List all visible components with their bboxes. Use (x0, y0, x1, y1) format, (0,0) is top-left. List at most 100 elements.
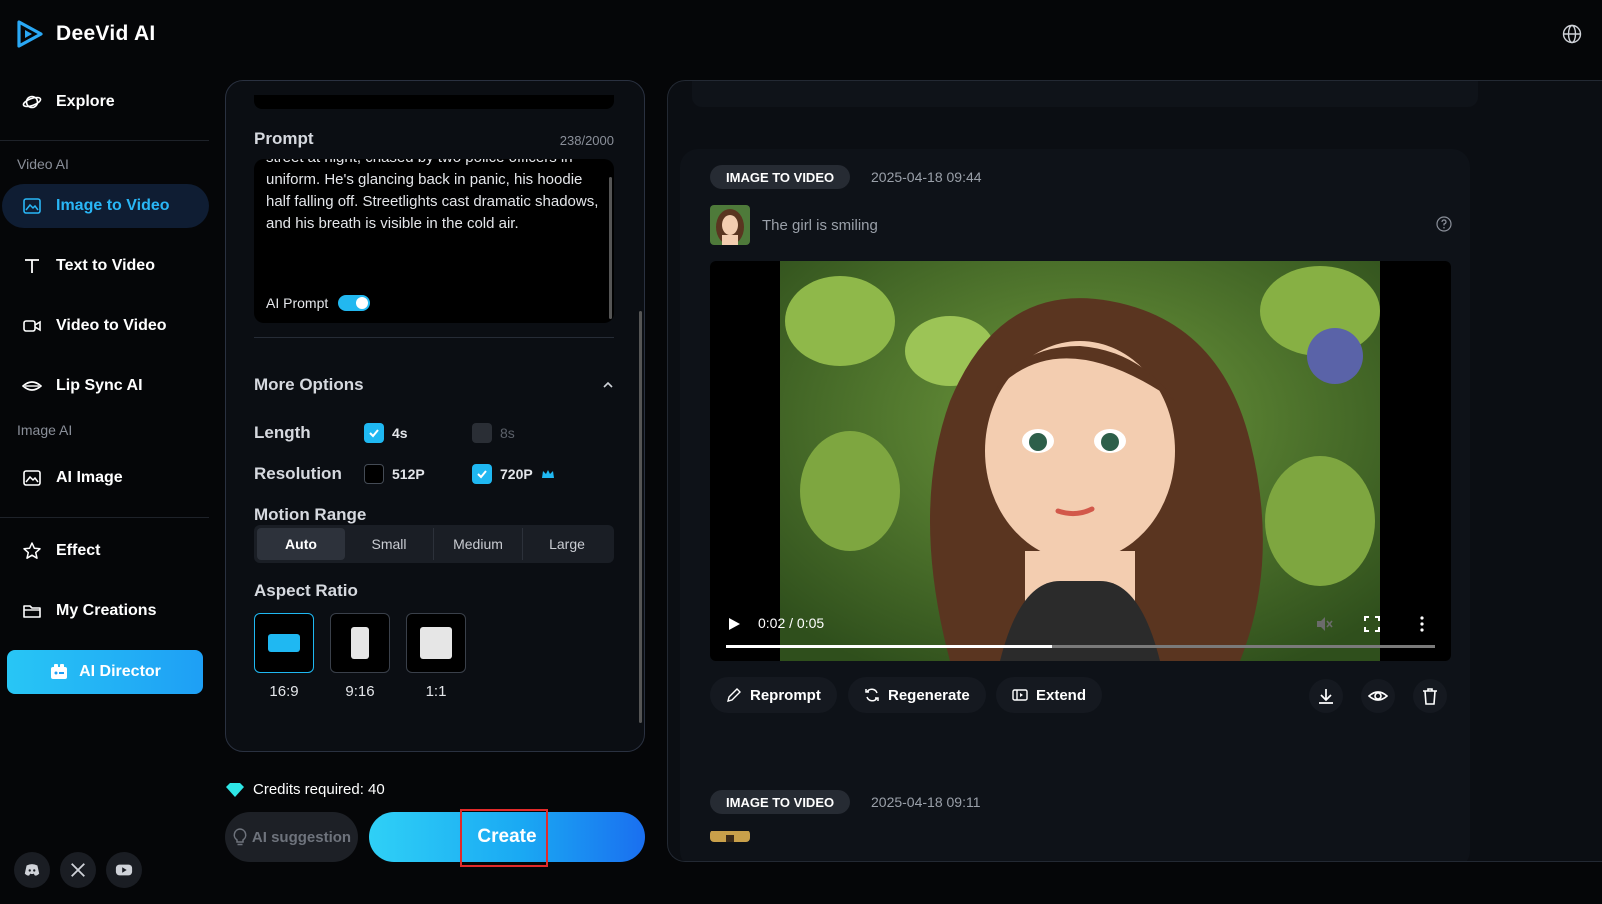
panel-scrollbar[interactable] (639, 311, 642, 723)
regenerate-label: Regenerate (888, 686, 970, 704)
motion-option-auto[interactable]: Auto (257, 528, 345, 560)
sidebar-item-video-to-video[interactable]: Video to Video (2, 304, 209, 348)
ai-suggestion-label: AI suggestion (251, 828, 352, 846)
checkbox-checked[interactable] (364, 423, 384, 443)
source-thumbnail-2[interactable] (710, 830, 750, 842)
aspect-option-16-9[interactable] (254, 613, 314, 673)
aspect-label-9-16: 9:16 (345, 683, 375, 700)
checkbox-checked[interactable] (472, 464, 492, 484)
fullscreen-icon[interactable] (1364, 616, 1380, 632)
checkbox-unchecked[interactable] (364, 464, 384, 484)
sidebar-item-label: Image to Video (56, 197, 170, 214)
aspect-1-1-icon (420, 627, 452, 659)
resolution-option-720p[interactable]: 720P (472, 464, 555, 484)
aspect-label-16-9: 16:9 (269, 683, 299, 700)
planet-icon (22, 95, 42, 109)
sidebar-divider (0, 517, 209, 518)
resolution-option-512p[interactable]: 512P (364, 464, 425, 484)
length-label: Length (254, 423, 311, 442)
aspect-ratio-label: Aspect Ratio (254, 581, 358, 600)
sidebar-item-my-creations[interactable]: My Creations (2, 589, 209, 633)
credits-info: Credits required: 40 (225, 781, 385, 798)
ai-prompt-toggle[interactable] (338, 295, 371, 311)
motion-range-selector[interactable]: Auto Small Medium Large (254, 525, 614, 563)
more-vertical-icon[interactable] (1420, 616, 1424, 632)
more-options-label[interactable]: More Options (254, 375, 364, 395)
reprompt-button[interactable]: Reprompt (710, 677, 837, 713)
sidebar-item-label: Text to Video (56, 257, 155, 274)
ai-image-icon (23, 470, 41, 486)
sidebar-item-image-to-video[interactable]: Image to Video (2, 184, 209, 228)
settings-panel: Prompt 238/2000 A young man in a grey ho… (225, 80, 645, 752)
sidebar-item-explore[interactable]: Explore (2, 80, 209, 124)
youtube-icon (115, 864, 133, 876)
resolution-label: Resolution (254, 464, 342, 483)
text-icon (25, 259, 39, 273)
aspect-option-9-16[interactable] (330, 613, 390, 673)
prompt-textarea[interactable]: A young man in a grey hoodie sprinting t… (254, 159, 614, 323)
app-logo[interactable]: DeeVid AI (16, 20, 156, 48)
globe-icon[interactable] (1562, 24, 1582, 44)
video-player[interactable]: 0:02 / 0:05 (710, 261, 1451, 661)
youtube-link[interactable] (106, 852, 142, 888)
length-option-8s[interactable]: 8s (472, 423, 515, 443)
chevron-up-icon[interactable] (602, 379, 614, 391)
delete-button[interactable] (1413, 679, 1447, 713)
create-highlight-box (460, 809, 548, 867)
sidebar-group-image: Image AI (17, 422, 73, 438)
sidebar-item-lip-sync[interactable]: Lip Sync AI (2, 364, 209, 408)
video-controls: 0:02 / 0:05 (710, 601, 1451, 661)
reprompt-label: Reprompt (750, 686, 821, 704)
motion-option-medium[interactable]: Medium (434, 528, 523, 560)
video-progress-fill (726, 645, 1053, 648)
prompt-counter: 238/2000 (559, 133, 614, 148)
aspect-option-1-1[interactable] (406, 613, 466, 673)
source-thumbnail[interactable] (710, 205, 750, 245)
section-divider (254, 337, 614, 338)
motion-option-large[interactable]: Large (523, 528, 611, 560)
regenerate-button[interactable]: Regenerate (848, 677, 986, 713)
x-link[interactable] (60, 852, 96, 888)
refresh-icon (865, 688, 879, 702)
extend-button[interactable]: Extend (996, 677, 1103, 713)
sidebar-item-effect[interactable]: Effect (2, 529, 209, 573)
length-option-4s[interactable]: 4s (364, 423, 408, 443)
source-thumbnail-image-2 (710, 831, 750, 842)
motion-option-small[interactable]: Small (345, 528, 434, 560)
visibility-button[interactable] (1361, 679, 1395, 713)
app-name: DeeVid AI (56, 22, 156, 45)
aspect-16-9-icon (268, 634, 300, 652)
sidebar-item-text-to-video[interactable]: Text to Video (2, 244, 209, 288)
result-type-badge: IMAGE TO VIDEO (710, 165, 851, 189)
discord-link[interactable] (14, 852, 50, 888)
ai-director-button[interactable]: AI Director (7, 650, 203, 694)
ai-director-label: AI Director (79, 663, 161, 680)
pencil-icon (727, 688, 741, 702)
results-top-edge (692, 81, 1478, 107)
eye-icon (1368, 691, 1388, 701)
check-icon (369, 429, 379, 438)
ai-prompt-toggle-row[interactable]: AI Prompt (266, 295, 371, 311)
extend-label: Extend (1036, 686, 1087, 704)
sidebar-item-label: Video to Video (56, 317, 167, 334)
ai-suggestion-button[interactable]: AI suggestion (225, 812, 358, 862)
download-button[interactable] (1309, 679, 1343, 713)
video-camera-icon (23, 320, 41, 332)
play-icon[interactable] (726, 616, 742, 632)
aspect-label-1-1: 1:1 (425, 683, 447, 700)
prompt-scrollbar[interactable] (609, 177, 612, 319)
checkbox-disabled[interactable] (472, 423, 492, 443)
muted-icon[interactable] (1315, 615, 1333, 633)
source-thumbnail-image (710, 205, 750, 245)
aspect-9-16-icon (351, 627, 369, 659)
sidebar-divider (0, 140, 209, 141)
sidebar-item-label: My Creations (56, 602, 157, 619)
result-datetime: 2025-04-18 09:44 (871, 169, 982, 185)
extend-icon (1012, 689, 1028, 701)
sidebar-item-ai-image[interactable]: AI Image (2, 456, 209, 500)
help-icon[interactable] (1436, 216, 1452, 232)
video-progress-bar[interactable] (726, 645, 1435, 648)
prompt-text: A young man in a grey hoodie sprinting t… (266, 159, 599, 232)
video-time: 0:02 / 0:05 (758, 615, 825, 631)
result-datetime-2: 2025-04-18 09:11 (871, 794, 981, 810)
